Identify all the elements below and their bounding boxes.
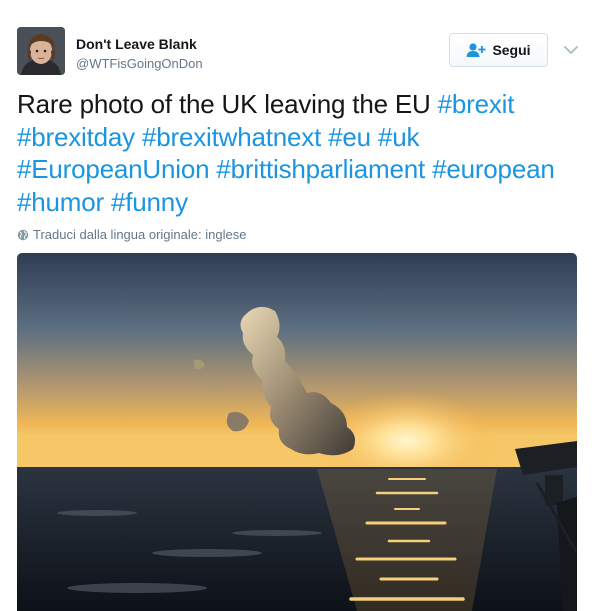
- tweet-header: Don't Leave Blank @WTFisGoingOnDon Segui: [17, 27, 587, 77]
- tweet-text: Rare photo of the UK leaving the EU #bre…: [17, 88, 587, 218]
- tweet-menu-button[interactable]: [562, 41, 580, 59]
- translate-link[interactable]: Traduci dalla lingua originale: inglese: [17, 227, 246, 242]
- author-names: Don't Leave Blank @WTFisGoingOnDon: [76, 35, 203, 73]
- chevron-down-icon: [564, 46, 578, 54]
- avatar-image: [17, 27, 65, 75]
- hashtag-link[interactable]: #EuropeanUnion: [17, 154, 210, 184]
- hashtag-link[interactable]: #uk: [378, 122, 420, 152]
- tweet-photo[interactable]: [17, 253, 577, 611]
- hashtag-link[interactable]: #brexit: [438, 89, 515, 119]
- follow-button[interactable]: Segui: [449, 33, 548, 67]
- globe-icon: [17, 229, 29, 240]
- sunset-photo: [17, 253, 577, 611]
- display-name[interactable]: Don't Leave Blank: [76, 35, 203, 53]
- hashtag-link[interactable]: #brexitwhatnext: [142, 122, 321, 152]
- hashtag-link[interactable]: #brittishparliament: [216, 154, 425, 184]
- user-handle[interactable]: @WTFisGoingOnDon: [76, 55, 203, 73]
- hashtag-link[interactable]: #eu: [328, 122, 371, 152]
- hashtag-link[interactable]: #funny: [111, 187, 188, 217]
- avatar[interactable]: [17, 27, 65, 75]
- translate-label: Traduci dalla lingua originale: inglese: [33, 227, 247, 242]
- hashtag-link[interactable]: #humor: [17, 187, 104, 217]
- hashtag-link[interactable]: #european: [432, 154, 555, 184]
- hashtag-link[interactable]: #brexitday: [17, 122, 135, 152]
- add-user-icon: [466, 43, 486, 57]
- follow-button-label: Segui: [492, 42, 531, 58]
- tweet-lead-text: Rare photo of the UK leaving the EU: [17, 89, 438, 119]
